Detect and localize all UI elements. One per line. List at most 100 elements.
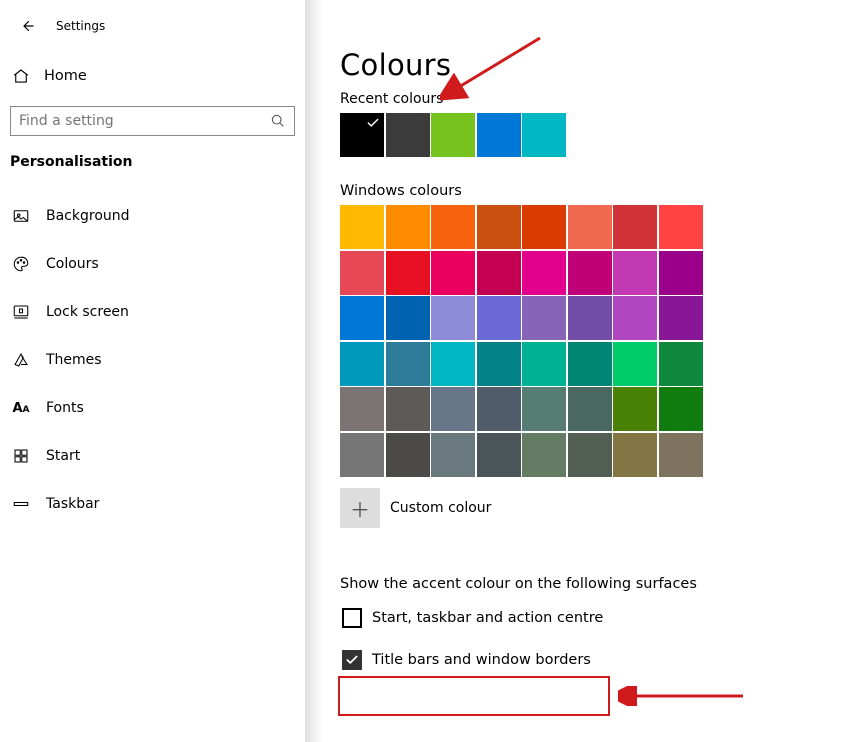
windows-colour-swatch[interactable] bbox=[659, 342, 703, 386]
taskbar-icon bbox=[12, 495, 30, 513]
palette-icon bbox=[12, 255, 30, 273]
windows-colour-swatch[interactable] bbox=[659, 251, 703, 295]
windows-colour-swatch[interactable] bbox=[340, 433, 384, 477]
windows-colour-swatch[interactable] bbox=[659, 296, 703, 340]
windows-colour-swatch[interactable] bbox=[386, 251, 430, 295]
windows-colour-swatch[interactable] bbox=[477, 433, 521, 477]
lock-screen-icon bbox=[12, 303, 30, 321]
recent-colour-swatch[interactable] bbox=[522, 113, 566, 157]
windows-colour-swatch[interactable] bbox=[431, 433, 475, 477]
windows-colour-swatch[interactable] bbox=[386, 205, 430, 249]
checkbox-row-start[interactable]: Start, taskbar and action centre bbox=[340, 602, 850, 634]
nav-label: Start bbox=[46, 448, 80, 464]
windows-colour-swatch[interactable] bbox=[613, 342, 657, 386]
recent-colour-swatch[interactable] bbox=[386, 113, 430, 157]
sidebar-item-taskbar[interactable]: Taskbar bbox=[0, 480, 305, 528]
windows-colour-swatch[interactable] bbox=[340, 387, 384, 431]
windows-colour-swatch[interactable] bbox=[340, 296, 384, 340]
windows-colour-swatch[interactable] bbox=[522, 387, 566, 431]
windows-colour-swatch[interactable] bbox=[568, 387, 612, 431]
windows-colour-swatch[interactable] bbox=[659, 205, 703, 249]
section-header: Personalisation bbox=[0, 136, 305, 176]
checkbox-title-bars[interactable] bbox=[342, 650, 362, 670]
windows-colour-swatch[interactable] bbox=[386, 387, 430, 431]
check-icon bbox=[366, 115, 380, 134]
nav-label: Themes bbox=[46, 352, 102, 368]
windows-colour-swatch[interactable] bbox=[340, 342, 384, 386]
checkbox-title-bars-label: Title bars and window borders bbox=[372, 652, 591, 668]
custom-colour-row: ＋ Custom colour bbox=[340, 488, 850, 528]
windows-colour-swatch[interactable] bbox=[522, 205, 566, 249]
sidebar-item-background[interactable]: Background bbox=[0, 192, 305, 240]
sidebar-item-start[interactable]: Start bbox=[0, 432, 305, 480]
accent-surfaces-heading: Show the accent colour on the following … bbox=[340, 576, 850, 592]
page-title: Colours bbox=[340, 48, 850, 82]
back-button[interactable] bbox=[16, 15, 38, 37]
windows-colour-swatch[interactable] bbox=[613, 251, 657, 295]
checkbox-start-label: Start, taskbar and action centre bbox=[372, 610, 603, 626]
windows-colour-swatch[interactable] bbox=[659, 387, 703, 431]
windows-colour-swatch[interactable] bbox=[340, 205, 384, 249]
windows-colour-swatch[interactable] bbox=[568, 296, 612, 340]
windows-colour-swatch[interactable] bbox=[431, 205, 475, 249]
sidebar: Settings Home Personalisation Background… bbox=[0, 0, 305, 742]
fonts-icon: AA bbox=[12, 399, 30, 417]
nav-list: BackgroundColours Lock screen Themes AA Font… bbox=[0, 192, 305, 528]
nav-label: Lock screen bbox=[46, 304, 129, 320]
recent-colour-swatch[interactable] bbox=[340, 113, 384, 157]
themes-icon bbox=[12, 351, 30, 369]
windows-colour-swatch[interactable] bbox=[386, 433, 430, 477]
windows-colour-swatch[interactable] bbox=[568, 342, 612, 386]
windows-colour-swatch[interactable] bbox=[431, 387, 475, 431]
windows-colour-swatch[interactable] bbox=[613, 296, 657, 340]
checkbox-row-titlebars[interactable]: Title bars and window borders bbox=[340, 644, 850, 676]
windows-colour-swatch[interactable] bbox=[613, 433, 657, 477]
windows-colour-swatch[interactable] bbox=[568, 205, 612, 249]
windows-colour-swatch[interactable] bbox=[477, 205, 521, 249]
image-icon bbox=[12, 207, 30, 225]
windows-colour-swatch[interactable] bbox=[568, 433, 612, 477]
annotation-box-titlebars bbox=[338, 676, 610, 716]
windows-colour-swatch[interactable] bbox=[522, 251, 566, 295]
plus-icon: ＋ bbox=[350, 494, 370, 523]
windows-colour-swatch[interactable] bbox=[477, 387, 521, 431]
windows-colour-swatch[interactable] bbox=[386, 296, 430, 340]
custom-colour-button[interactable]: ＋ bbox=[340, 488, 380, 528]
windows-colour-swatch[interactable] bbox=[659, 433, 703, 477]
sidebar-item-colours[interactable]: Colours bbox=[0, 240, 305, 288]
recent-colours-label: Recent colours bbox=[340, 91, 850, 107]
sidebar-shadow bbox=[305, 0, 323, 742]
home-label: Home bbox=[44, 68, 87, 84]
annotation-arrow-bottom bbox=[618, 686, 748, 706]
sidebar-item-themes[interactable]: Themes bbox=[0, 336, 305, 384]
windows-colour-swatch[interactable] bbox=[431, 251, 475, 295]
windows-colour-swatch[interactable] bbox=[477, 296, 521, 340]
home-nav-item[interactable]: Home bbox=[0, 56, 305, 96]
windows-colours-label: Windows colours bbox=[340, 183, 850, 199]
windows-colour-swatch[interactable] bbox=[431, 342, 475, 386]
windows-colours-grid bbox=[340, 205, 708, 478]
search-input[interactable] bbox=[10, 106, 295, 136]
windows-colour-swatch[interactable] bbox=[522, 433, 566, 477]
windows-colour-swatch[interactable] bbox=[431, 296, 475, 340]
recent-colour-swatch[interactable] bbox=[477, 113, 521, 157]
windows-colour-swatch[interactable] bbox=[386, 342, 430, 386]
recent-colour-swatch[interactable] bbox=[431, 113, 475, 157]
windows-colour-swatch[interactable] bbox=[340, 251, 384, 295]
search-wrap bbox=[10, 106, 295, 136]
header-row: Settings bbox=[0, 8, 305, 44]
sidebar-item-lock-screen[interactable]: Lock screen bbox=[0, 288, 305, 336]
windows-colour-swatch[interactable] bbox=[568, 251, 612, 295]
windows-colour-swatch[interactable] bbox=[522, 342, 566, 386]
windows-colour-swatch[interactable] bbox=[477, 342, 521, 386]
checkbox-start[interactable] bbox=[342, 608, 362, 628]
nav-label: Fonts bbox=[46, 400, 84, 416]
sidebar-item-fonts[interactable]: AA Fonts bbox=[0, 384, 305, 432]
home-icon bbox=[12, 67, 30, 85]
nav-label: Taskbar bbox=[46, 496, 99, 512]
windows-colour-swatch[interactable] bbox=[477, 251, 521, 295]
windows-colour-swatch[interactable] bbox=[613, 205, 657, 249]
windows-colour-swatch[interactable] bbox=[613, 387, 657, 431]
windows-colour-swatch[interactable] bbox=[522, 296, 566, 340]
recent-colours-row bbox=[340, 113, 850, 157]
